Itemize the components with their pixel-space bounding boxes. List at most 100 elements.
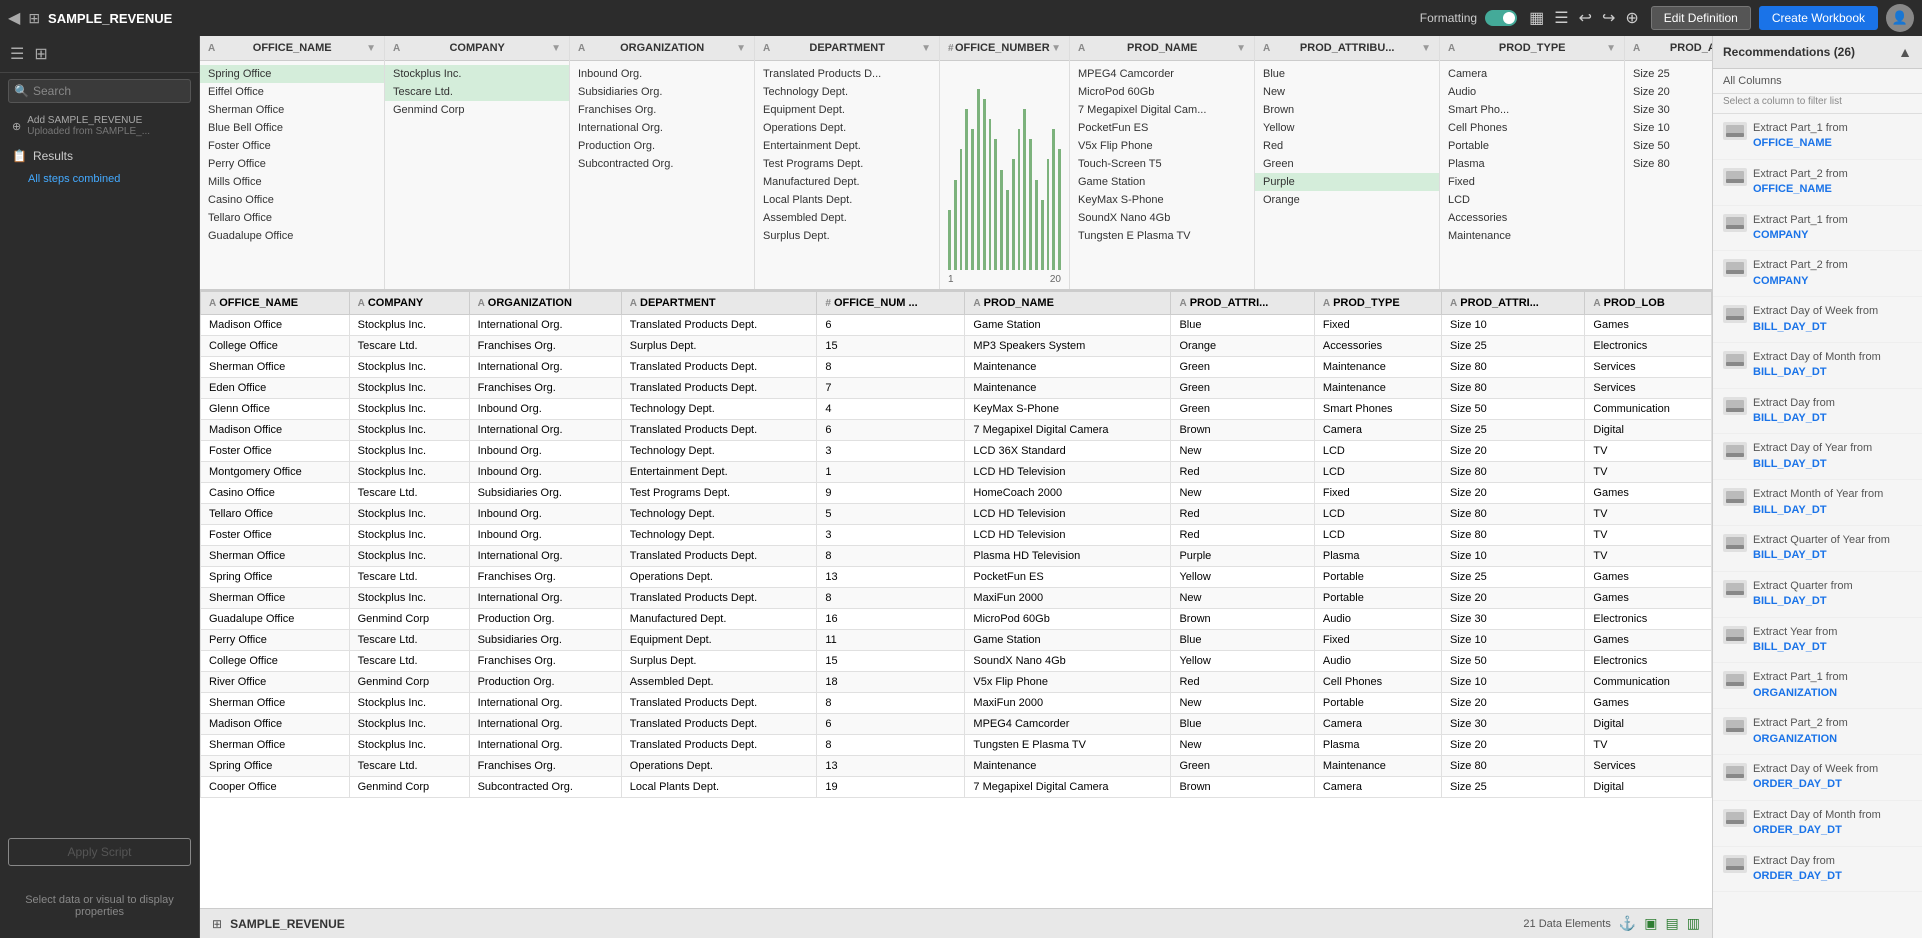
table-row[interactable]: College OfficeTescare Ltd.Franchises Org… [201, 651, 1712, 672]
th-company[interactable]: ACOMPANY [349, 292, 469, 315]
search-input[interactable] [8, 79, 191, 103]
col-filter-icon-2[interactable]: ▼ [736, 43, 746, 54]
table-row[interactable]: Madison OfficeStockplus Inc.Internationa… [201, 315, 1712, 336]
anchor-button[interactable]: ⚓ [1619, 915, 1636, 932]
col-header-office_number[interactable]: # OFFICE_NUMBER ▼ [940, 36, 1069, 61]
list-view-button[interactable]: ☰ [1550, 6, 1572, 30]
col-card-header-7[interactable]: A PROD_TYPE ▼ [1440, 36, 1624, 61]
recommendation-item[interactable]: Extract Day of Month from BILL_DAY_DT [1713, 343, 1922, 389]
data-table-wrapper[interactable]: AOFFICE_NAMEACOMPANYAORGANIZATIONADEPART… [200, 291, 1712, 908]
recommendation-item[interactable]: Extract Day of Month from ORDER_DAY_DT [1713, 801, 1922, 847]
table-row[interactable]: Tellaro OfficeStockplus Inc.Inbound Org.… [201, 504, 1712, 525]
redo-button[interactable]: ↪ [1598, 6, 1619, 30]
table-row[interactable]: Sherman OfficeStockplus Inc.Internationa… [201, 546, 1712, 567]
col-card-header-3[interactable]: A DEPARTMENT ▼ [755, 36, 939, 61]
recommendation-item[interactable]: Extract Day from BILL_DAY_DT [1713, 389, 1922, 435]
th-prod_attri...[interactable]: APROD_ATTRI... [1171, 292, 1314, 315]
table-row[interactable]: Cooper OfficeGenmind CorpSubcontracted O… [201, 777, 1712, 798]
apply-script-button[interactable]: Apply Script [8, 838, 191, 866]
col-type-2: A [578, 43, 585, 54]
col-card-header-5[interactable]: A PROD_NAME ▼ [1070, 36, 1254, 61]
col-type-5: A [1078, 43, 1085, 54]
all-steps-combined[interactable]: All steps combined [0, 169, 199, 189]
recommendation-item[interactable]: Extract Day from ORDER_DAY_DT [1713, 847, 1922, 893]
sidebar-menu-button[interactable]: ☰ [8, 42, 26, 66]
filter-all-columns[interactable]: All Columns [1713, 69, 1922, 94]
results-icon: 📋 [12, 149, 27, 163]
th-office_num-...[interactable]: #OFFICE_NUM ... [817, 292, 965, 315]
table-row[interactable]: Spring OfficeTescare Ltd.Franchises Org.… [201, 567, 1712, 588]
recommendation-item[interactable]: Extract Day of Week from BILL_DAY_DT [1713, 297, 1922, 343]
rec-text: Extract Part_2 from OFFICE_NAME [1753, 167, 1848, 198]
sidebar-grid-button[interactable]: ⊞ [32, 42, 49, 66]
col-card-header-8[interactable]: A PROD_ATTRIBU... ▼ [1625, 36, 1712, 61]
col-filter-icon-3[interactable]: ▼ [921, 43, 931, 54]
create-workbook-button[interactable]: Create Workbook [1759, 6, 1878, 30]
col-filter-icon-1[interactable]: ▼ [551, 43, 561, 54]
table-cell: Translated Products Dept. [621, 588, 817, 609]
user-avatar[interactable]: 👤 [1886, 4, 1914, 32]
table-cell: 13 [817, 756, 965, 777]
link-button[interactable]: ⊕ [1621, 6, 1642, 30]
table-row[interactable]: Sherman OfficeStockplus Inc.Internationa… [201, 735, 1712, 756]
recommendation-item[interactable]: Extract Quarter of Year from BILL_DAY_DT [1713, 526, 1922, 572]
results-section[interactable]: 📋 Results [0, 143, 199, 169]
th-prod_attri...[interactable]: APROD_ATTRI... [1442, 292, 1585, 315]
table-cell: Red [1171, 672, 1314, 693]
recommendation-item[interactable]: Extract Year from BILL_DAY_DT [1713, 618, 1922, 664]
th-department[interactable]: ADEPARTMENT [621, 292, 817, 315]
th-prod_type[interactable]: APROD_TYPE [1314, 292, 1441, 315]
green-view-1[interactable]: ▣ [1644, 915, 1657, 932]
panel-toggle-icon[interactable]: ▲ [1898, 44, 1912, 60]
table-row[interactable]: Sherman OfficeStockplus Inc.Internationa… [201, 588, 1712, 609]
table-cell: New [1171, 693, 1314, 714]
recommendation-item[interactable]: Extract Part_1 from COMPANY [1713, 206, 1922, 252]
col-card-header-6[interactable]: A PROD_ATTRIBU... ▼ [1255, 36, 1439, 61]
th-prod_lob[interactable]: APROD_LOB [1585, 292, 1712, 315]
col-filter-icon-5[interactable]: ▼ [1236, 43, 1246, 54]
col-card-header-1[interactable]: A COMPANY ▼ [385, 36, 569, 61]
edit-definition-button[interactable]: Edit Definition [1651, 6, 1751, 30]
table-row[interactable]: Foster OfficeStockplus Inc.Inbound Org.T… [201, 441, 1712, 462]
table-row[interactable]: Spring OfficeTescare Ltd.Franchises Org.… [201, 756, 1712, 777]
grid-view-button[interactable]: ▦ [1525, 6, 1548, 30]
col-card-header-2[interactable]: A ORGANIZATION ▼ [570, 36, 754, 61]
recommendation-item[interactable]: Extract Day of Year from BILL_DAY_DT [1713, 434, 1922, 480]
table-row[interactable]: River OfficeGenmind CorpProduction Org.A… [201, 672, 1712, 693]
table-row[interactable]: College OfficeTescare Ltd.Franchises Org… [201, 336, 1712, 357]
formatting-toggle[interactable] [1485, 10, 1517, 26]
table-row[interactable]: Foster OfficeStockplus Inc.Inbound Org.T… [201, 525, 1712, 546]
undo-button[interactable]: ↩ [1575, 6, 1596, 30]
col-card-header-0[interactable]: A OFFICE_NAME ▼ [200, 36, 384, 61]
recommendation-item[interactable]: Extract Part_1 from OFFICE_NAME [1713, 114, 1922, 160]
recommendation-item[interactable]: Extract Part_1 from ORGANIZATION [1713, 663, 1922, 709]
rec-action: Extract Day of Year from [1753, 442, 1872, 454]
table-row[interactable]: Sherman OfficeStockplus Inc.Internationa… [201, 357, 1712, 378]
recommendation-item[interactable]: Extract Part_2 from OFFICE_NAME [1713, 160, 1922, 206]
green-view-3[interactable]: ▥ [1687, 915, 1700, 932]
table-row[interactable]: Madison OfficeStockplus Inc.Internationa… [201, 714, 1712, 735]
table-row[interactable]: Guadalupe OfficeGenmind CorpProduction O… [201, 609, 1712, 630]
add-dataset-button[interactable]: ⊕ Add SAMPLE_REVENUEUploaded from SAMPLE… [0, 109, 199, 143]
recommendation-item[interactable]: Extract Month of Year from BILL_DAY_DT [1713, 480, 1922, 526]
green-view-2[interactable]: ▤ [1666, 915, 1679, 932]
table-row[interactable]: Glenn OfficeStockplus Inc.Inbound Org.Te… [201, 399, 1712, 420]
th-organization[interactable]: AORGANIZATION [469, 292, 621, 315]
recommendation-item[interactable]: Extract Quarter from BILL_DAY_DT [1713, 572, 1922, 618]
table-row[interactable]: Casino OfficeTescare Ltd.Subsidiaries Or… [201, 483, 1712, 504]
th-prod_name[interactable]: APROD_NAME [965, 292, 1171, 315]
table-row[interactable]: Madison OfficeStockplus Inc.Internationa… [201, 420, 1712, 441]
back-button[interactable]: ◀ [8, 8, 20, 28]
recommendation-item[interactable]: Extract Part_2 from COMPANY [1713, 251, 1922, 297]
recommendation-item[interactable]: Extract Day of Week from ORDER_DAY_DT [1713, 755, 1922, 801]
table-row[interactable]: Montgomery OfficeStockplus Inc.Inbound O… [201, 462, 1712, 483]
col-filter-icon-6[interactable]: ▼ [1421, 43, 1431, 54]
table-row[interactable]: Sherman OfficeStockplus Inc.Internationa… [201, 693, 1712, 714]
recommendation-item[interactable]: Extract Part_2 from ORGANIZATION [1713, 709, 1922, 755]
col-filter-icon-7[interactable]: ▼ [1606, 43, 1616, 54]
table-row[interactable]: Eden OfficeStockplus Inc.Franchises Org.… [201, 378, 1712, 399]
th-office_name[interactable]: AOFFICE_NAME [201, 292, 350, 315]
col-filter-icon-0[interactable]: ▼ [366, 43, 376, 54]
table-row[interactable]: Perry OfficeTescare Ltd.Subsidiaries Org… [201, 630, 1712, 651]
table-cell: Plasma HD Television [965, 546, 1171, 567]
